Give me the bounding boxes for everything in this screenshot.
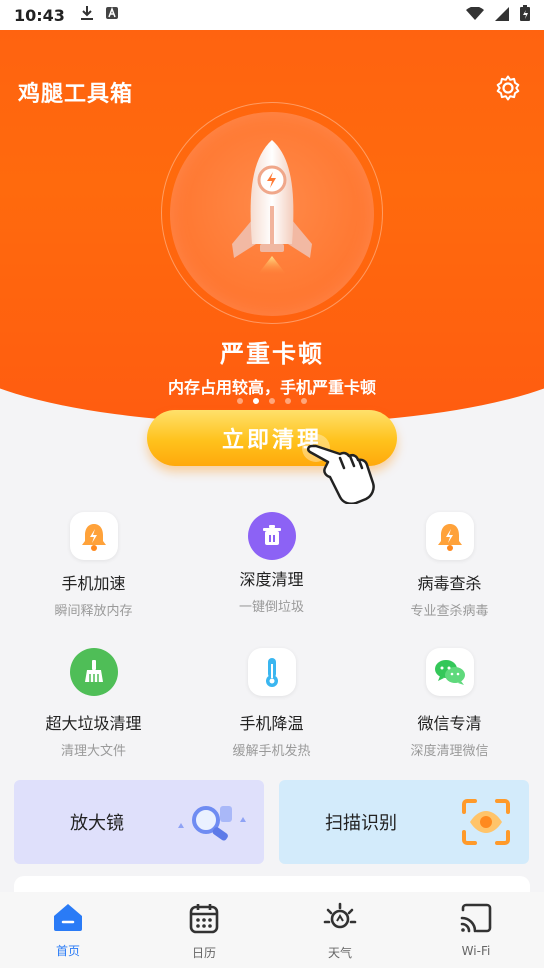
battery-icon (520, 5, 530, 25)
carousel-dot (237, 398, 243, 404)
card-label: 扫描识别 (325, 813, 397, 834)
signal-icon (494, 6, 510, 25)
status-bar: 10:43 (0, 0, 544, 30)
tab-label: 日历 (191, 946, 216, 960)
wifi-icon (466, 5, 484, 25)
carousel-dot (269, 398, 275, 404)
tab-home[interactable]: 首页 (0, 892, 136, 968)
pointing-hand-icon (296, 430, 382, 505)
tab-wifi[interactable]: Wi-Fi (408, 892, 544, 968)
tool-name: 病毒查杀 (417, 574, 482, 593)
tab-weather[interactable]: 天气 (272, 892, 408, 968)
tool-name: 微信专清 (417, 714, 482, 733)
gear-icon[interactable] (494, 74, 522, 102)
scan-eye-icon (461, 798, 511, 851)
scan-card[interactable]: 扫描识别 (279, 780, 529, 864)
status-title: 严重卡顿 (220, 340, 324, 368)
tool-name: 超大垃圾清理 (45, 714, 142, 733)
hero-section: 鸡腿工具箱 严重卡顿 内存占用较高，手机严重卡顿 (0, 30, 544, 430)
status-time: 10:43 (14, 5, 65, 25)
tool-desc: 瞬间释放内存 (54, 604, 133, 619)
carousel-dot (285, 398, 291, 404)
tool-desc: 缓解手机发热 (232, 744, 311, 759)
tab-label: 首页 (55, 944, 80, 958)
tab-calendar[interactable]: 日历 (136, 892, 272, 968)
app-title: 鸡腿工具箱 (18, 82, 134, 107)
broom-icon (69, 648, 118, 696)
sun-icon (323, 902, 357, 938)
wechat-icon (425, 648, 474, 696)
trash-icon (247, 512, 296, 560)
calendar-icon (189, 902, 219, 938)
status-subtitle: 内存占用较高，手机严重卡顿 (167, 378, 376, 397)
card-label: 放大镜 (70, 813, 124, 834)
tool-virus-scan[interactable]: 病毒查杀 专业查杀病毒 (359, 512, 540, 619)
tool-desc: 深度清理微信 (410, 744, 489, 759)
tool-big-file-clean[interactable]: 超大垃圾清理 清理大文件 (3, 648, 184, 759)
tool-phone-boost[interactable]: 手机加速 瞬间释放内存 (3, 512, 184, 619)
magnifier-icon (172, 798, 252, 853)
thermometer-icon (247, 648, 296, 696)
tool-name: 深度清理 (239, 570, 304, 589)
carousel-dots (0, 398, 544, 404)
download-icon (79, 5, 95, 25)
notification-a-icon (105, 6, 119, 24)
bell-bolt-icon (69, 512, 118, 560)
tool-name: 手机加速 (61, 574, 126, 593)
magnifier-card[interactable]: 放大镜 (14, 780, 264, 864)
bottom-tab-bar: 首页 日历 天气 Wi-Fi (0, 892, 544, 968)
tool-desc: 一键倒垃圾 (238, 600, 304, 615)
carousel-dot-active (253, 398, 259, 404)
tab-label: Wi-Fi (461, 944, 491, 958)
tool-name: 手机降温 (239, 714, 304, 733)
tool-desc: 清理大文件 (60, 744, 126, 759)
tool-wechat-clean[interactable]: 微信专清 深度清理微信 (359, 648, 540, 759)
tool-desc: 专业查杀病毒 (410, 604, 489, 619)
bell-bolt-icon (425, 512, 474, 560)
carousel-dot (301, 398, 307, 404)
cast-icon (459, 902, 493, 938)
rocket-icon (222, 134, 322, 284)
tab-label: 天气 (327, 946, 352, 960)
home-icon (52, 902, 84, 936)
tool-deep-clean[interactable]: 深度清理 一键倒垃圾 (181, 512, 362, 615)
tool-cool-down[interactable]: 手机降温 缓解手机发热 (181, 648, 362, 759)
